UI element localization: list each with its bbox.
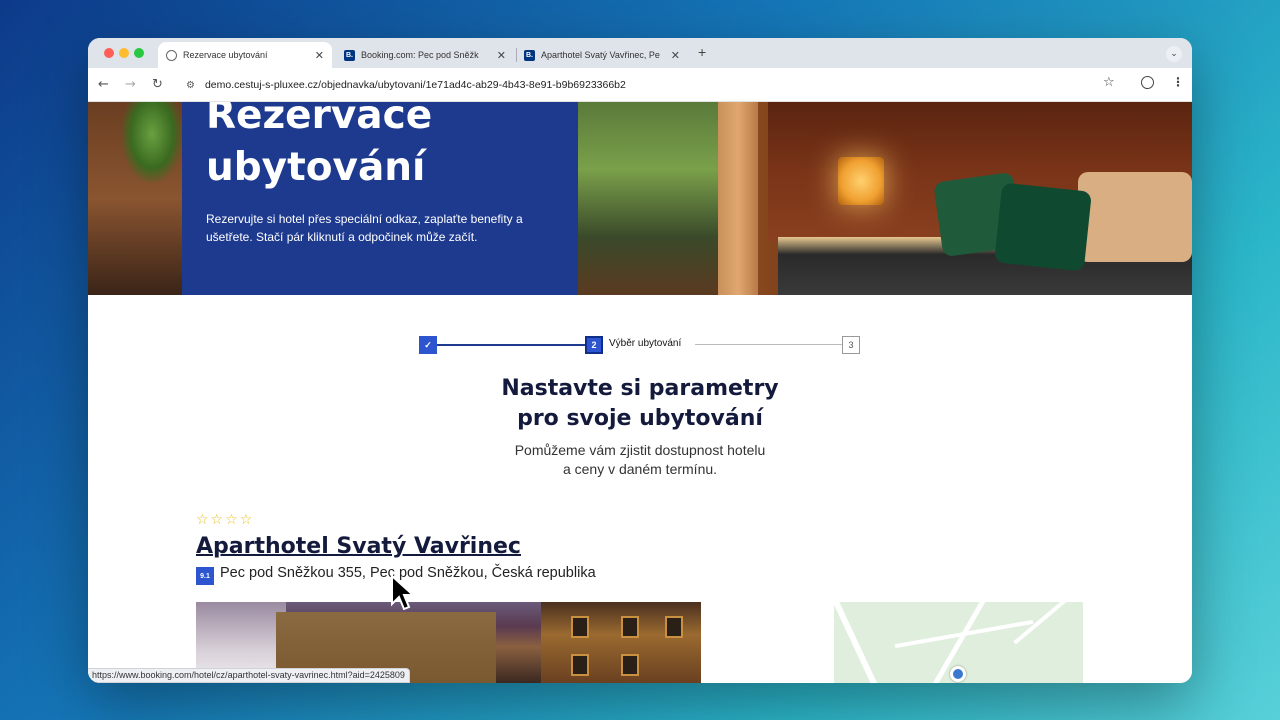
hero-title-line1: Rezervace (206, 102, 433, 138)
status-bar-link-preview: https://www.booking.com/hotel/cz/apartho… (88, 668, 410, 683)
check-icon: ✓ (424, 339, 432, 350)
page-subtitle-line1: Pomůžeme vám zjistit dostupnost hotelu (514, 442, 766, 458)
more-menu-icon[interactable]: ⋮ (1172, 75, 1184, 89)
tab-title: Booking.com: Pec pod Sněžk (361, 50, 479, 60)
url-text[interactable]: demo.cestuj-s-pluxee.cz/objednavka/ubyto… (205, 79, 626, 91)
booking-icon: B. (524, 49, 535, 61)
hero-section: Rezervace ubytování Rezervujte si hotel … (88, 102, 1192, 295)
tab-title: Aparthotel Svatý Vavřinec, Pe (541, 50, 660, 60)
tab-rezervace[interactable]: Rezervace ubytování ✕ (158, 42, 332, 68)
new-tab-button[interactable]: + (698, 44, 706, 60)
address-bar[interactable]: ⚙ demo.cestuj-s-pluxee.cz/objednavka/uby… (176, 72, 1128, 98)
mouse-cursor-icon (391, 574, 414, 611)
page-title-line1: Nastavte si parametry (501, 376, 779, 401)
step-2-active: 2 (585, 336, 603, 354)
review-score-badge: 9.1 (196, 567, 214, 585)
hero-title-line2: ubytování (206, 145, 426, 190)
step-1-completed[interactable]: ✓ (419, 336, 437, 354)
globe-icon (166, 49, 177, 61)
tab-search-icon[interactable]: ⌄ (1166, 46, 1182, 62)
page-subtitle-line2: a ceny v daném termínu. (562, 461, 718, 477)
tab-strip: Rezervace ubytování ✕ B. Booking.com: Pe… (88, 38, 1192, 68)
tab-booking-hotel[interactable]: B. Aparthotel Svatý Vavřinec, Pe ✕ (516, 42, 688, 68)
hotel-name-link[interactable]: Aparthotel Svatý Vavřinec (196, 534, 521, 559)
tab-title: Rezervace ubytování (183, 50, 268, 60)
step-3-pending: 3 (842, 336, 860, 354)
hero-bedroom-image (578, 102, 1192, 295)
hero-description: Rezervujte si hotel přes speciální odkaz… (206, 212, 523, 244)
close-tab-icon[interactable]: ✕ (315, 49, 324, 62)
page-subtitle: Pomůžeme vám zjistit dostupnost hotelu a… (88, 441, 1192, 479)
minimize-window-button[interactable] (119, 48, 129, 58)
browser-window: Rezervace ubytování ✕ B. Booking.com: Pe… (88, 38, 1192, 683)
hero-title: Rezervace ubytování (206, 102, 432, 194)
hotel-photo-facade-night[interactable] (541, 602, 701, 683)
progress-stepper: ✓ 2 Výběr ubytování 3 (419, 336, 861, 354)
close-tab-icon[interactable]: ✕ (671, 49, 680, 62)
hotel-star-rating: ☆☆☆☆ (196, 512, 255, 528)
back-icon[interactable]: ← (98, 77, 109, 92)
page-content: Rezervace ubytování Rezervujte si hotel … (88, 102, 1192, 683)
close-tab-icon[interactable]: ✕ (497, 49, 506, 62)
close-window-button[interactable] (104, 48, 114, 58)
step-connector-done (437, 344, 585, 346)
profile-icon[interactable] (1141, 76, 1154, 89)
step-2-label: Výběr ubytování (609, 338, 682, 349)
maximize-window-button[interactable] (134, 48, 144, 58)
forward-icon[interactable]: → (125, 77, 136, 92)
map-pin-icon[interactable] (950, 666, 966, 682)
page-title-line2: pro svoje ubytování (517, 406, 763, 431)
site-settings-icon[interactable]: ⚙ (186, 80, 195, 91)
hero-left-image (88, 102, 182, 295)
hero-panel: Rezervace ubytování Rezervujte si hotel … (182, 102, 578, 295)
browser-toolbar: ← → ↻ ⚙ demo.cestuj-s-pluxee.cz/objednav… (88, 68, 1192, 102)
step-connector-todo (695, 344, 842, 345)
hotel-location-map[interactable] (834, 602, 1083, 683)
page-title: Nastavte si parametry pro svoje ubytován… (88, 374, 1192, 434)
bookmark-star-icon[interactable]: ☆ (1103, 75, 1115, 90)
reload-icon[interactable]: ↻ (152, 77, 163, 92)
booking-icon: B. (344, 49, 355, 61)
tab-booking-search[interactable]: B. Booking.com: Pec pod Sněžk ✕ (336, 42, 514, 68)
